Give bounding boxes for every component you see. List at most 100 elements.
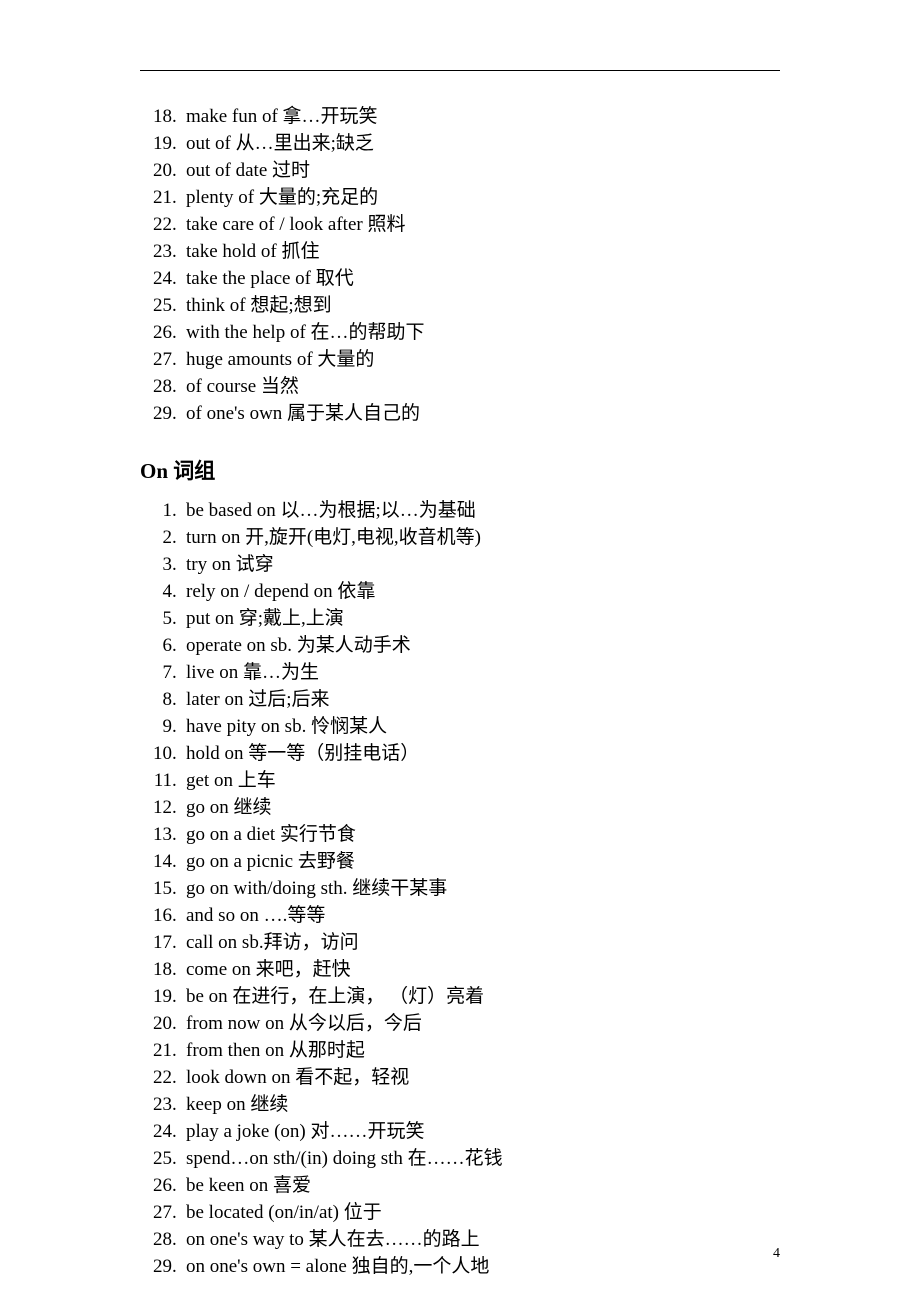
item-number: 25 xyxy=(140,292,172,319)
item-dot: . xyxy=(172,686,186,713)
item-number: 22 xyxy=(140,1064,172,1091)
item-number: 11 xyxy=(140,767,172,794)
item-dot: . xyxy=(172,1172,186,1199)
item-text: make fun of 拿…开玩笑 xyxy=(186,103,780,130)
item-text: be keen on 喜爱 xyxy=(186,1172,780,1199)
of-list-item: 27.huge amounts of 大量的 xyxy=(140,346,780,373)
item-text: have pity on sb. 怜悯某人 xyxy=(186,713,780,740)
on-list-item: 24.play a joke (on) 对……开玩笑 xyxy=(140,1118,780,1145)
of-list-item: 18.make fun of 拿…开玩笑 xyxy=(140,103,780,130)
of-list-item: 29.of one's own 属于某人自己的 xyxy=(140,400,780,427)
on-list-item: 16.and so on ….等等 xyxy=(140,902,780,929)
item-text: out of date 过时 xyxy=(186,157,780,184)
item-dot: . xyxy=(172,1010,186,1037)
top-rule xyxy=(140,70,780,71)
item-text: operate on sb. 为某人动手术 xyxy=(186,632,780,659)
item-dot: . xyxy=(172,238,186,265)
item-number: 27 xyxy=(140,346,172,373)
item-text: think of 想起;想到 xyxy=(186,292,780,319)
on-list-item: 9.have pity on sb. 怜悯某人 xyxy=(140,713,780,740)
item-number: 16 xyxy=(140,902,172,929)
item-number: 14 xyxy=(140,848,172,875)
item-number: 24 xyxy=(140,265,172,292)
section-heading-on: On 词组 xyxy=(140,455,780,485)
item-text: try on 试穿 xyxy=(186,551,780,578)
item-text: plenty of 大量的;充足的 xyxy=(186,184,780,211)
item-dot: . xyxy=(172,211,186,238)
item-dot: . xyxy=(172,497,186,524)
on-list-item: 17.call on sb.拜访，访问 xyxy=(140,929,780,956)
on-list-item: 7.live on 靠…为生 xyxy=(140,659,780,686)
item-number: 22 xyxy=(140,211,172,238)
of-list-item: 25.think of 想起;想到 xyxy=(140,292,780,319)
item-dot: . xyxy=(172,265,186,292)
on-list-item: 21.from then on 从那时起 xyxy=(140,1037,780,1064)
item-number: 23 xyxy=(140,238,172,265)
on-phrase-list: 1.be based on 以…为根据;以…为基础2.turn on 开,旋开(… xyxy=(140,497,780,1280)
item-text: put on 穿;戴上,上演 xyxy=(186,605,780,632)
item-number: 20 xyxy=(140,1010,172,1037)
item-number: 19 xyxy=(140,130,172,157)
on-list-item: 4.rely on / depend on 依靠 xyxy=(140,578,780,605)
page-content: 18.make fun of 拿…开玩笑19.out of 从…里出来;缺乏20… xyxy=(140,70,780,1280)
item-dot: . xyxy=(172,373,186,400)
item-number: 25 xyxy=(140,1145,172,1172)
item-text: turn on 开,旋开(电灯,电视,收音机等) xyxy=(186,524,780,551)
item-text: and so on ….等等 xyxy=(186,902,780,929)
item-text: spend…on sth/(in) doing sth 在……花钱 xyxy=(186,1145,780,1172)
item-dot: . xyxy=(172,794,186,821)
on-list-item: 6.operate on sb. 为某人动手术 xyxy=(140,632,780,659)
item-number: 12 xyxy=(140,794,172,821)
item-text: with the help of 在…的帮助下 xyxy=(186,319,780,346)
item-text: of one's own 属于某人自己的 xyxy=(186,400,780,427)
item-text: take hold of 抓住 xyxy=(186,238,780,265)
item-number: 8 xyxy=(140,686,172,713)
item-number: 28 xyxy=(140,373,172,400)
on-list-item: 27.be located (on/in/at) 位于 xyxy=(140,1199,780,1226)
item-dot: . xyxy=(172,184,186,211)
item-dot: . xyxy=(172,767,186,794)
on-list-item: 1.be based on 以…为根据;以…为基础 xyxy=(140,497,780,524)
item-number: 13 xyxy=(140,821,172,848)
on-list-item: 28.on one's way to 某人在去……的路上 xyxy=(140,1226,780,1253)
on-list-item: 29.on one's own = alone 独自的,一个人地 xyxy=(140,1253,780,1280)
item-number: 27 xyxy=(140,1199,172,1226)
item-dot: . xyxy=(172,400,186,427)
item-text: be on 在进行，在上演， （灯）亮着 xyxy=(186,983,780,1010)
item-dot: . xyxy=(172,292,186,319)
on-list-item: 15.go on with/doing sth. 继续干某事 xyxy=(140,875,780,902)
on-list-item: 13.go on a diet 实行节食 xyxy=(140,821,780,848)
item-dot: . xyxy=(172,1037,186,1064)
of-list-item: 23.take hold of 抓住 xyxy=(140,238,780,265)
item-dot: . xyxy=(172,524,186,551)
of-list-item: 20.out of date 过时 xyxy=(140,157,780,184)
item-dot: . xyxy=(172,713,186,740)
on-list-item: 14.go on a picnic 去野餐 xyxy=(140,848,780,875)
item-dot: . xyxy=(172,605,186,632)
item-number: 17 xyxy=(140,929,172,956)
item-dot: . xyxy=(172,103,186,130)
item-dot: . xyxy=(172,902,186,929)
on-list-item: 23.keep on 继续 xyxy=(140,1091,780,1118)
item-dot: . xyxy=(172,929,186,956)
item-number: 15 xyxy=(140,875,172,902)
item-text: hold on 等一等（别挂电话） xyxy=(186,740,780,767)
item-text: come on 来吧，赶快 xyxy=(186,956,780,983)
item-dot: . xyxy=(172,821,186,848)
item-text: from now on 从今以后，今后 xyxy=(186,1010,780,1037)
of-list-item: 26.with the help of 在…的帮助下 xyxy=(140,319,780,346)
of-list-item: 28.of course 当然 xyxy=(140,373,780,400)
on-list-item: 2.turn on 开,旋开(电灯,电视,收音机等) xyxy=(140,524,780,551)
on-list-item: 18.come on 来吧，赶快 xyxy=(140,956,780,983)
page-number: 4 xyxy=(773,1246,780,1262)
item-number: 21 xyxy=(140,1037,172,1064)
item-number: 10 xyxy=(140,740,172,767)
item-text: be located (on/in/at) 位于 xyxy=(186,1199,780,1226)
item-dot: . xyxy=(172,551,186,578)
item-text: live on 靠…为生 xyxy=(186,659,780,686)
on-list-item: 25.spend…on sth/(in) doing sth 在……花钱 xyxy=(140,1145,780,1172)
item-text: look down on 看不起，轻视 xyxy=(186,1064,780,1091)
item-number: 19 xyxy=(140,983,172,1010)
item-number: 26 xyxy=(140,319,172,346)
item-text: out of 从…里出来;缺乏 xyxy=(186,130,780,157)
